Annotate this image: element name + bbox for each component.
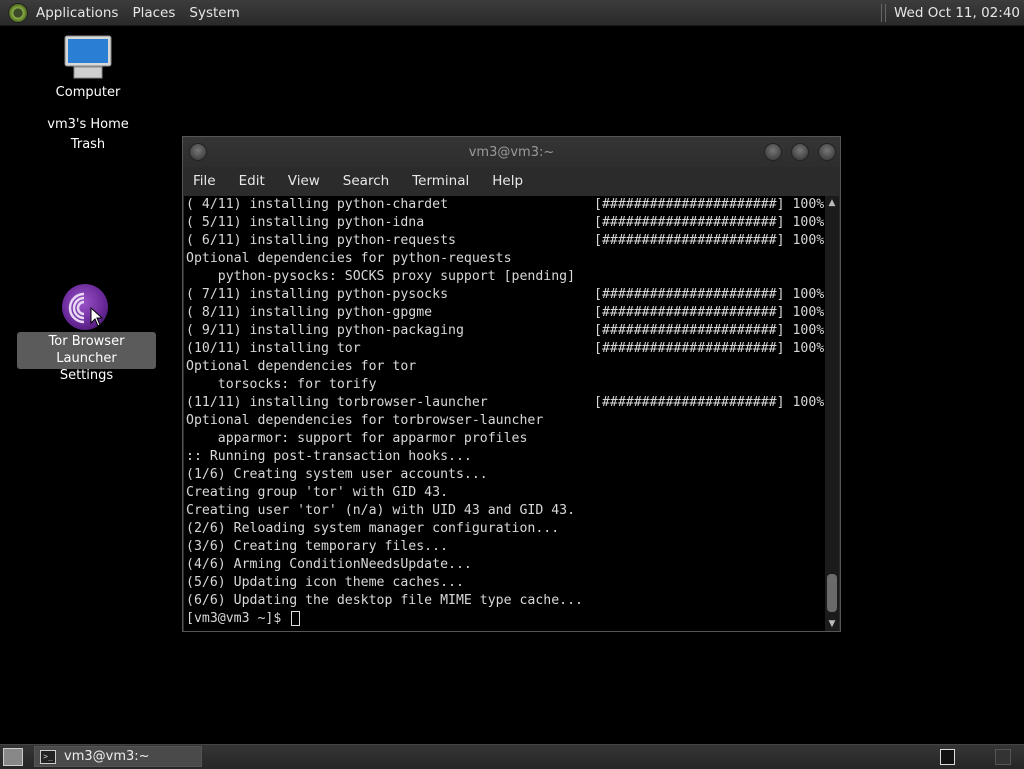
shell-prompt: [vm3@vm3 ~]$ [186, 611, 290, 626]
tor-label-line1: Tor Browser Launcher [48, 334, 125, 366]
terminal-line-text: ( 7/11) installing python-pysocks [186, 287, 449, 302]
top-panel: Applications Places System Wed Oct 11, 0… [0, 0, 1024, 26]
computer-icon[interactable] [64, 35, 112, 79]
terminal-line-text: (4/6) Arming ConditionNeedsUpdate... [186, 557, 472, 572]
terminal-line: Optional dependencies for torbrowser-lau… [184, 412, 825, 430]
terminal-line-text: ( 6/11) installing python-requests [186, 233, 456, 248]
terminal-line: (1/6) Creating system user accounts... [184, 466, 825, 484]
terminal-line-text: apparmor: support for apparmor profiles [186, 431, 528, 446]
terminal-line-text: ( 9/11) installing python-packaging [186, 323, 464, 338]
system-menu[interactable]: System [189, 5, 239, 21]
terminal-line: ( 4/11) installing python-chardet [######… [184, 196, 825, 214]
terminal-line: (6/6) Updating the desktop file MIME typ… [184, 592, 825, 610]
terminal-menubar: File Edit View Search Terminal Help [183, 167, 840, 195]
terminal-scrollbar[interactable]: ▲ ▼ [825, 196, 839, 631]
progress-bar-text: [######################] 100% [594, 197, 825, 212]
minimize-button[interactable] [764, 143, 782, 161]
terminal-titlebar[interactable]: vm3@vm3:~ [183, 137, 840, 167]
mouse-cursor-icon [90, 307, 104, 327]
terminal-line: torsocks: for torify [184, 376, 825, 394]
progress-bar-text: [######################] 100% [594, 287, 825, 302]
close-button[interactable] [818, 143, 836, 161]
terminal-line: (4/6) Arming ConditionNeedsUpdate... [184, 556, 825, 574]
progress-bar-text: [######################] 100% [594, 341, 825, 356]
terminal-line-text: python-pysocks: SOCKS proxy support [pen… [186, 269, 576, 284]
terminal-line: Optional dependencies for python-request… [184, 250, 825, 268]
terminal-line-text: Creating user 'tor' (n/a) with UID 43 an… [186, 503, 576, 518]
maximize-button[interactable] [791, 143, 809, 161]
terminal-line-text: Creating group 'tor' with GID 43. [186, 485, 449, 500]
terminal-line: ( 5/11) installing python-idna [#########… [184, 214, 825, 232]
terminal-line-text: (6/6) Updating the desktop file MIME typ… [186, 593, 583, 608]
clock-text: Wed Oct 11, 02:40 [893, 4, 1020, 21]
menu-edit[interactable]: Edit [239, 173, 265, 189]
computer-label[interactable]: Computer [52, 85, 124, 100]
menu-view[interactable]: View [288, 173, 320, 189]
terminal-line: (10/11) installing tor [#################… [184, 340, 825, 358]
terminal-line-text: :: Running post-transaction hooks... [186, 449, 472, 464]
terminal-output[interactable]: ( 4/11) installing python-chardet [######… [184, 196, 825, 631]
terminal-line: Creating group 'tor' with GID 43. [184, 484, 825, 502]
terminal-line-text: (11/11) installing torbrowser-launcher [186, 395, 488, 410]
terminal-line: :: Running post-transaction hooks... [184, 448, 825, 466]
terminal-line-text: Optional dependencies for python-request… [186, 251, 512, 266]
terminal-line: ( 8/11) installing python-gpgme [########… [184, 304, 825, 322]
workspace-switcher-1[interactable] [940, 749, 955, 765]
menu-terminal[interactable]: Terminal [412, 173, 469, 189]
clock[interactable]: Wed Oct 11, 02:40 [880, 0, 1020, 25]
terminal-line-text: ( 8/11) installing python-gpgme [186, 305, 433, 320]
bottom-panel: >_ vm3@vm3:~ [0, 744, 1024, 769]
prompt-line[interactable]: [vm3@vm3 ~]$ [184, 610, 825, 628]
scroll-up-icon[interactable]: ▲ [825, 196, 839, 210]
terminal-line-text: Optional dependencies for tor [186, 359, 417, 374]
text-cursor [291, 610, 301, 626]
progress-bar-text: [######################] 100% [594, 395, 825, 410]
terminal-line: ( 7/11) installing python-pysocks [######… [184, 286, 825, 304]
window-menu-button[interactable] [189, 143, 207, 161]
terminal-line: (2/6) Reloading system manager configura… [184, 520, 825, 538]
terminal-line: Creating user 'tor' (n/a) with UID 43 an… [184, 502, 825, 520]
terminal-title: vm3@vm3:~ [468, 144, 555, 160]
terminal-icon: >_ [40, 749, 56, 764]
places-menu[interactable]: Places [132, 5, 175, 21]
menu-search[interactable]: Search [343, 173, 389, 189]
terminal-line: ( 9/11) installing python-packaging [####… [184, 322, 825, 340]
terminal-line: Optional dependencies for tor [184, 358, 825, 376]
terminal-line-text: ( 4/11) installing python-chardet [186, 197, 449, 212]
show-desktop-icon[interactable] [3, 748, 23, 766]
terminal-line: (3/6) Creating temporary files... [184, 538, 825, 556]
tor-browser-label[interactable]: Tor Browser Launcher Settings [17, 332, 156, 383]
tor-label-line2: Settings [59, 368, 114, 383]
workspace-switcher-2[interactable] [995, 749, 1011, 765]
distro-logo-icon[interactable] [8, 2, 28, 23]
taskbar-terminal-button[interactable]: >_ vm3@vm3:~ [34, 746, 202, 767]
terminal-line: ( 6/11) installing python-requests [#####… [184, 232, 825, 250]
terminal-line-text: (2/6) Reloading system manager configura… [186, 521, 560, 536]
taskbar-terminal-label: vm3@vm3:~ [64, 749, 150, 764]
applications-menu[interactable]: Applications [36, 5, 118, 21]
terminal-line-text: ( 5/11) installing python-idna [186, 215, 425, 230]
terminal-window[interactable]: vm3@vm3:~ File Edit View Search Terminal… [182, 136, 841, 632]
home-folder-label[interactable]: vm3's Home [40, 117, 136, 132]
terminal-line: python-pysocks: SOCKS proxy support [pen… [184, 268, 825, 286]
menu-file[interactable]: File [193, 173, 216, 189]
progress-bar-text: [######################] 100% [594, 233, 825, 248]
terminal-line-text: Optional dependencies for torbrowser-lau… [186, 413, 544, 428]
scroll-down-icon[interactable]: ▼ [825, 617, 839, 631]
progress-bar-text: [######################] 100% [594, 305, 825, 320]
terminal-line-text: (1/6) Creating system user accounts... [186, 467, 488, 482]
terminal-line: apparmor: support for apparmor profiles [184, 430, 825, 448]
terminal-line: (11/11) installing torbrowser-launcher [#… [184, 394, 825, 412]
panel-separator [880, 3, 886, 22]
terminal-line-text: (10/11) installing tor [186, 341, 361, 356]
terminal-line-text: (3/6) Creating temporary files... [186, 539, 449, 554]
progress-bar-text: [######################] 100% [594, 215, 825, 230]
menu-help[interactable]: Help [492, 173, 523, 189]
terminal-line-text: (5/6) Updating icon theme caches... [186, 575, 464, 590]
progress-bar-text: [######################] 100% [594, 323, 825, 338]
terminal-line-text: torsocks: for torify [186, 377, 377, 392]
scroll-thumb[interactable] [827, 574, 837, 612]
trash-label[interactable]: Trash [52, 137, 124, 152]
terminal-line: (5/6) Updating icon theme caches... [184, 574, 825, 592]
